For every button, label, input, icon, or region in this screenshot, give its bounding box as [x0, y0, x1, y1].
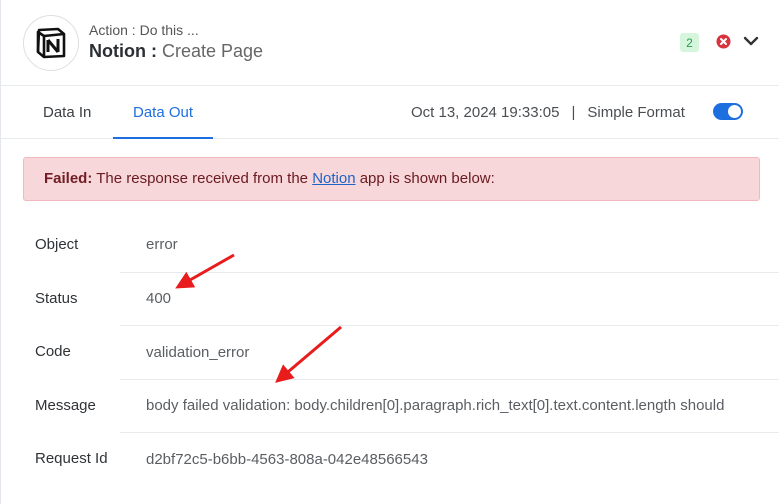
- separator: |: [571, 104, 576, 121]
- table-row-status: Status 400: [23, 271, 779, 326]
- app-name: Notion :: [89, 41, 157, 61]
- action-name: Create Page: [156, 41, 264, 61]
- notion-logo: [23, 15, 79, 71]
- alert-prefix: Failed:: [44, 170, 93, 187]
- error-x-icon: [716, 34, 731, 49]
- chevron-down-icon[interactable]: [742, 34, 760, 48]
- table-row-object: Object error: [23, 218, 779, 272]
- table-row-code: Code validation_error: [23, 325, 779, 379]
- row-value: validation_error: [120, 325, 779, 379]
- response-meta: Oct 13, 2024 19:33:05 | Simple Format: [411, 86, 685, 139]
- row-label: Message: [35, 396, 96, 414]
- row-label: Status: [35, 289, 78, 307]
- toggle-knob: [728, 105, 741, 118]
- failed-alert: Failed: The response received from the N…: [23, 157, 760, 201]
- table-row-request-id: Request Id d2bf72c5-b6bb-4563-808a-042e4…: [23, 432, 779, 486]
- alert-text-before: The response received from the: [92, 170, 313, 187]
- action-panel: Action : Do this ... Notion : Create Pag…: [0, 0, 779, 504]
- row-value: d2bf72c5-b6bb-4563-808a-042e48566543: [120, 432, 779, 486]
- table-row-message: Message body failed validation: body.chi…: [23, 378, 779, 433]
- simple-format-toggle[interactable]: [713, 103, 743, 120]
- notion-logo-icon: [36, 27, 66, 59]
- timestamp: Oct 13, 2024 19:33:05: [411, 104, 560, 121]
- row-label: Code: [35, 343, 71, 361]
- tab-data-in[interactable]: Data In: [23, 86, 111, 139]
- tab-data-out[interactable]: Data Out: [113, 86, 214, 139]
- step-count-badge: 2: [680, 33, 699, 52]
- row-value: 400: [120, 271, 779, 326]
- notion-app-link[interactable]: Notion: [312, 170, 355, 187]
- row-value: body failed validation: body.children[0]…: [120, 378, 779, 433]
- alert-text-after: app is shown below:: [355, 170, 495, 187]
- row-label: Request Id: [35, 450, 108, 468]
- response-table: Object error Status 400 Code validation_…: [23, 218, 779, 486]
- row-label: Object: [35, 236, 79, 254]
- action-type-label: Action : Do this ...: [89, 22, 199, 38]
- action-title: Notion : Create Page: [89, 41, 263, 62]
- action-header[interactable]: Action : Do this ... Notion : Create Pag…: [1, 0, 779, 86]
- row-value: error: [146, 236, 178, 254]
- simple-format-label: Simple Format: [587, 104, 685, 121]
- tab-bar: Data In Data Out Oct 13, 2024 19:33:05 | S…: [1, 86, 779, 139]
